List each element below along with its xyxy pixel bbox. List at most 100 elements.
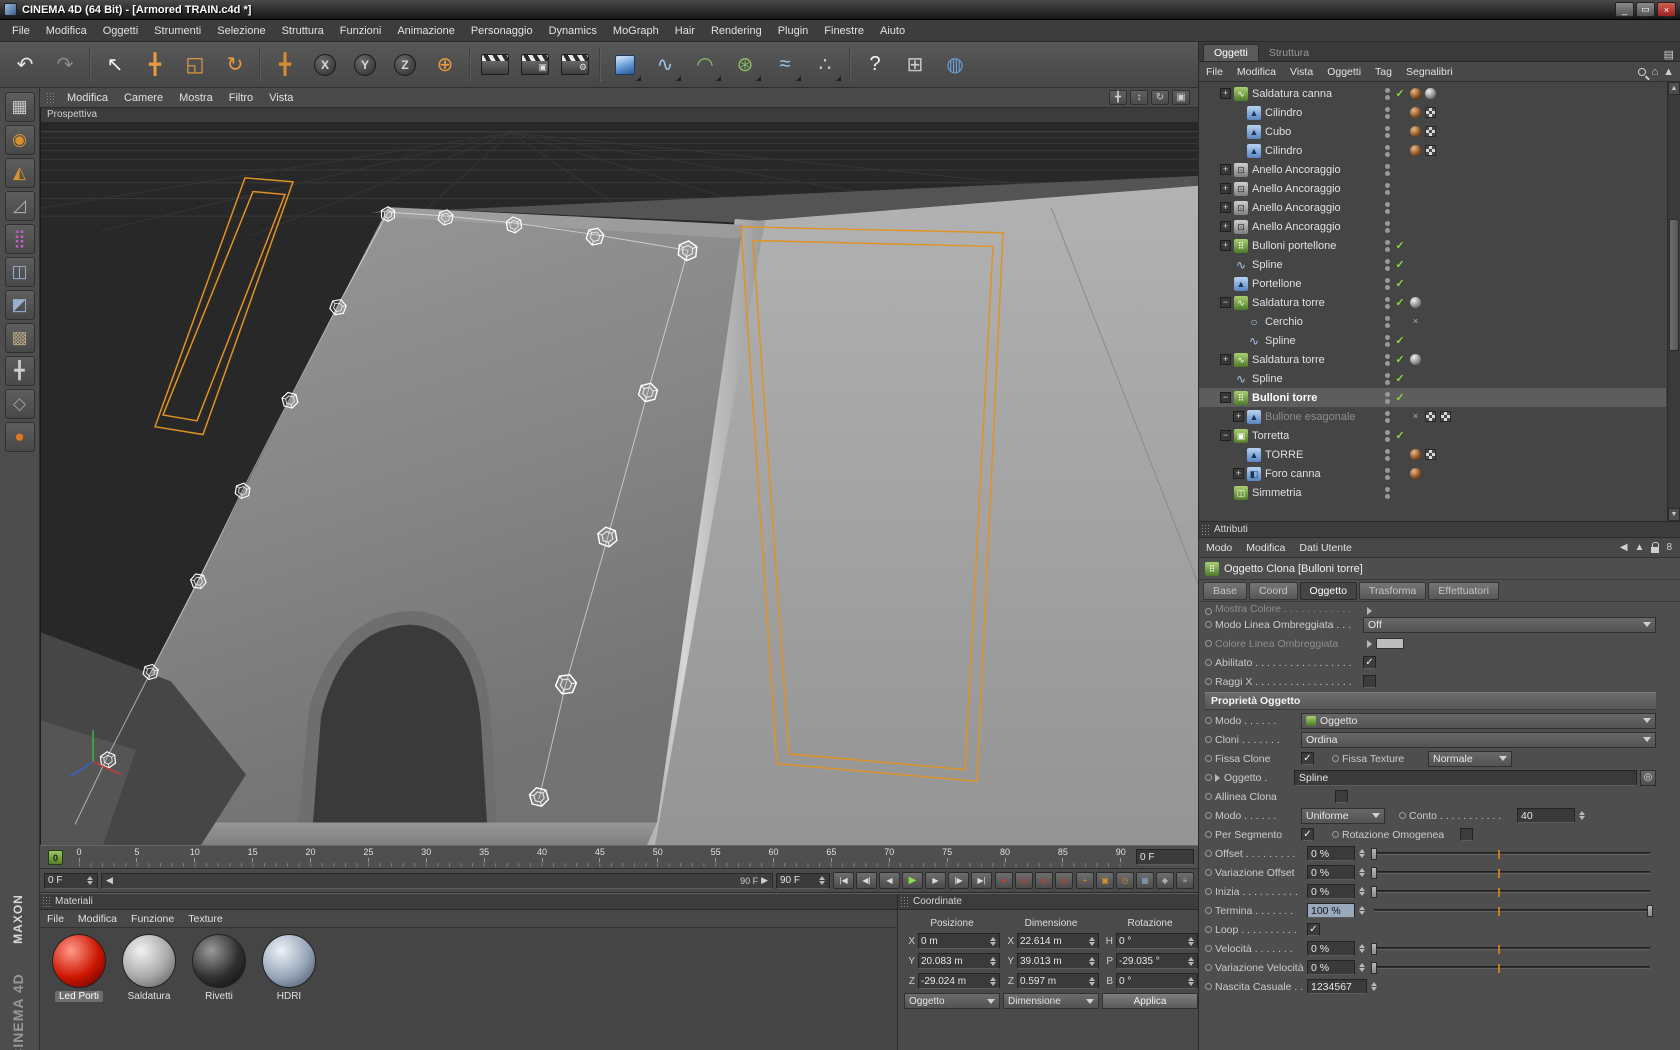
toggle-view-icon[interactable]: ▣ <box>1172 90 1190 105</box>
goto-start-icon[interactable]: |◀ <box>833 872 854 889</box>
range-right-arrow-icon[interactable]: ▶ <box>761 875 768 886</box>
record-scale-icon[interactable]: ◎ <box>1035 872 1053 889</box>
enabled-check-icon[interactable]: ✓ <box>1394 239 1406 252</box>
record-keyframe-icon[interactable]: ● <box>995 872 1013 889</box>
material-item[interactable]: Rivetti <box>188 934 250 1044</box>
anim-dot-icon[interactable] <box>1205 774 1215 781</box>
visibility-dots[interactable] <box>1385 259 1390 271</box>
anim-dot-icon[interactable] <box>1205 793 1215 800</box>
render-picture-viewer-icon[interactable]: ▣ <box>516 46 554 84</box>
make-editable-icon[interactable]: ▦ <box>5 92 35 122</box>
visibility-dots[interactable] <box>1385 88 1390 100</box>
termina-spinner[interactable] <box>1357 906 1366 915</box>
menu-animazione[interactable]: Animazione <box>389 22 462 40</box>
tree-item[interactable]: +▲Bullone esagonale× <box>1199 407 1666 426</box>
timeline-ruler[interactable]: 0 051015202530354045505560657075808590 0… <box>40 845 1198 869</box>
goto-end-icon[interactable]: ▶| <box>971 872 992 889</box>
render-view-icon[interactable] <box>476 46 514 84</box>
record-position-icon[interactable]: ◎ <box>1015 872 1033 889</box>
variazione-offset-slider[interactable] <box>1374 871 1650 874</box>
scroll-up-icon[interactable]: ▲ <box>1663 66 1674 78</box>
object-label[interactable]: Anello Ancoraggio <box>1252 202 1341 214</box>
abilitato-checkbox[interactable]: ✓ <box>1363 656 1376 669</box>
visibility-dots[interactable] <box>1385 449 1390 461</box>
redo-icon[interactable]: ↷ <box>46 46 84 84</box>
menu-funzioni[interactable]: Funzioni <box>332 22 390 40</box>
visibility-dots[interactable] <box>1385 487 1390 499</box>
object-manager-menu-file[interactable]: File <box>1199 64 1230 80</box>
fissa-clone-checkbox[interactable]: ✓ <box>1301 752 1314 765</box>
ball-tag-icon[interactable] <box>1410 145 1421 156</box>
enabled-check-icon[interactable]: ✓ <box>1394 258 1406 271</box>
visibility-dots[interactable] <box>1385 335 1390 347</box>
modo-dropdown[interactable]: Oggetto <box>1301 713 1656 729</box>
modo-linea-dropdown[interactable]: Off <box>1363 617 1656 633</box>
color-swatch[interactable] <box>1376 638 1404 649</box>
checker-tag-icon[interactable] <box>1440 411 1451 422</box>
move-tool-icon[interactable]: ╋ <box>136 46 174 84</box>
object-axis-mode-icon[interactable]: ╋ <box>5 356 35 386</box>
object-label[interactable]: Simmetria <box>1252 487 1302 499</box>
visibility-dots[interactable] <box>1385 107 1390 119</box>
collapse-icon[interactable]: − <box>1220 430 1231 441</box>
visibility-dots[interactable] <box>1385 373 1390 385</box>
range-start-field[interactable]: 0 F <box>44 873 98 889</box>
rotazione-omogenea-checkbox[interactable] <box>1460 828 1473 841</box>
search-icon[interactable] <box>1638 68 1646 76</box>
attr-tab-coord[interactable]: Coord <box>1249 582 1298 600</box>
viewport-menu-vista[interactable]: Vista <box>261 89 301 107</box>
anim-dot-icon[interactable] <box>1332 755 1342 762</box>
variazione-velocita-field[interactable]: 0 % <box>1307 960 1355 975</box>
per-segmento-checkbox[interactable]: ✓ <box>1301 828 1314 841</box>
timeline-track[interactable]: 051015202530354045505560657075808590 <box>70 846 1130 868</box>
snap-timeline-icon[interactable]: ◆ <box>1156 872 1174 889</box>
tree-item[interactable]: ○Cerchio× <box>1199 312 1666 331</box>
viewport-menu-camere[interactable]: Camere <box>116 89 171 107</box>
autokey-icon[interactable]: + <box>1076 872 1094 889</box>
minimize-button[interactable]: _ <box>1615 2 1634 17</box>
materials-menu-file[interactable]: File <box>40 911 71 927</box>
anim-dot-icon[interactable] <box>1205 850 1215 857</box>
variazione-offset-field[interactable]: 0 % <box>1307 865 1355 880</box>
tree-item[interactable]: +◧Foro canna <box>1199 464 1666 483</box>
cloni-dropdown[interactable]: Ordina <box>1301 732 1656 748</box>
tree-item[interactable]: +⠿Bulloni portellone✓ <box>1199 236 1666 255</box>
object-label[interactable]: Torretta <box>1252 430 1289 442</box>
tab-oggetti[interactable]: Oggetti <box>1203 44 1259 61</box>
add-scene-icon[interactable]: ∴ <box>806 46 844 84</box>
object-label[interactable]: Saldatura torre <box>1252 354 1325 366</box>
menu-strumenti[interactable]: Strumenti <box>146 22 209 40</box>
enabled-check-icon[interactable]: ✓ <box>1394 353 1406 366</box>
tree-item[interactable]: ∿Spline✓ <box>1199 369 1666 388</box>
material-preview-sphere[interactable] <box>52 934 106 988</box>
material-item[interactable]: HDRI <box>258 934 320 1044</box>
last-tool-icon[interactable]: ╋ <box>266 46 304 84</box>
history-back-icon[interactable]: ◀ <box>1620 542 1628 553</box>
slider-knob[interactable] <box>1371 848 1377 860</box>
tree-item[interactable]: +⊡Anello Ancoraggio <box>1199 160 1666 179</box>
add-mograph-icon[interactable]: ⊛ <box>726 46 764 84</box>
visibility-dots[interactable] <box>1385 392 1390 404</box>
object-label[interactable]: Portellone <box>1252 278 1302 290</box>
visibility-dots[interactable] <box>1385 145 1390 157</box>
tree-scrollbar[interactable]: ▲ ▼ <box>1667 82 1680 521</box>
object-manager-menu-modifica[interactable]: Modifica <box>1230 64 1283 80</box>
dim-y-field[interactable]: 39.013 m <box>1017 953 1099 969</box>
hierarchy-up-icon[interactable]: ▲ <box>1635 542 1645 553</box>
expand-icon[interactable]: + <box>1233 411 1244 422</box>
velocita-slider[interactable] <box>1374 947 1650 950</box>
menu-personaggio[interactable]: Personaggio <box>463 22 541 40</box>
anim-dot-icon[interactable] <box>1205 907 1215 914</box>
checker-tag-icon[interactable] <box>1425 107 1436 118</box>
object-label[interactable]: Anello Ancoraggio <box>1252 221 1341 233</box>
rotate-view-icon[interactable]: ↻ <box>1151 90 1169 105</box>
ball-tag-icon[interactable] <box>1410 107 1421 118</box>
enabled-check-icon[interactable]: ✓ <box>1394 277 1406 290</box>
sphere-tag-icon[interactable] <box>1425 88 1436 99</box>
sphere-tag-icon[interactable] <box>1410 297 1421 308</box>
nascita-casuale-spinner[interactable] <box>1369 982 1378 991</box>
tree-item[interactable]: ▲TORRE <box>1199 445 1666 464</box>
material-item[interactable]: Led Porti <box>48 934 110 1044</box>
popup-arrow-icon[interactable] <box>1367 640 1372 648</box>
tree-item[interactable]: −▣Torretta✓ <box>1199 426 1666 445</box>
